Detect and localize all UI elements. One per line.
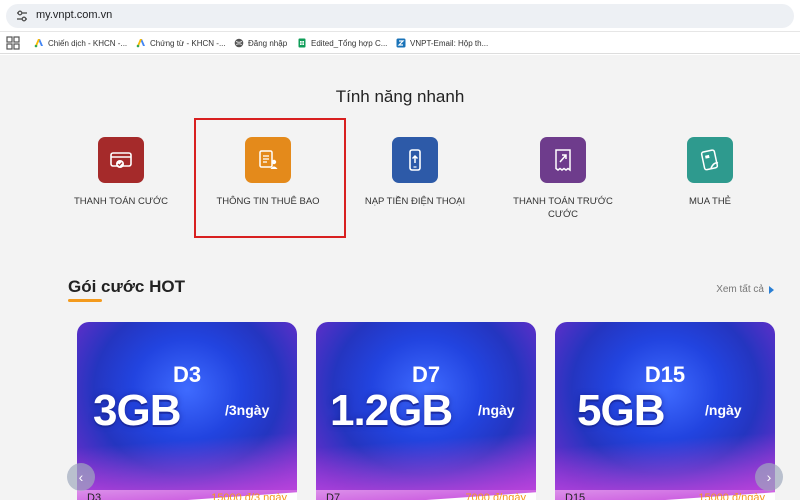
package-data-amount: 5GB xyxy=(577,386,665,435)
url-text[interactable]: my.vnpt.com.vn xyxy=(36,9,112,21)
package-data-amount: 1.2GB xyxy=(330,386,453,435)
package-name: D15 xyxy=(565,492,586,500)
bookmark-label: Chiến dịch - KHCN -... xyxy=(48,38,128,48)
receipt-icon xyxy=(555,149,571,172)
quick-features-title: Tính năng nhanh xyxy=(335,87,465,106)
highlight-box xyxy=(194,118,346,238)
package-card-d15[interactable]: D15 5GB /ngày D15 15000 đ/ngày xyxy=(555,322,775,500)
bookmarks-bar: Chiến dịch - KHCN -... Chứng từ - KHCN -… xyxy=(0,32,800,81)
bookmark-item[interactable]: Đăng nhập xyxy=(234,32,287,54)
globe-icon xyxy=(234,38,244,48)
feature-tile xyxy=(392,137,438,183)
package-name: D3 xyxy=(87,492,102,500)
chevron-right-icon: › xyxy=(766,469,772,485)
see-all-label: Xem tất cả xyxy=(716,284,764,295)
feature-tile xyxy=(687,137,733,183)
feature-label: MUA THẺ xyxy=(688,196,732,207)
google-ads-icon xyxy=(136,39,145,48)
package-period: /3ngày xyxy=(225,402,270,418)
carousel-prev-button[interactable]: ‹ xyxy=(67,463,95,491)
feature-label: THANH TOÁN TRƯỚC CƯỚC xyxy=(513,196,613,220)
buy-card-icon xyxy=(700,149,719,171)
phone-topup-icon xyxy=(409,149,421,171)
package-code: D7 xyxy=(411,362,441,387)
feature-label: NẠP TIỀN ĐIỆN THOẠI xyxy=(364,196,466,207)
package-code: D15 xyxy=(644,362,686,387)
triangle-right-icon xyxy=(769,285,774,294)
google-ads-icon xyxy=(34,39,43,48)
address-bar: my.vnpt.com.vn xyxy=(0,0,800,32)
url-field[interactable] xyxy=(6,4,794,28)
bookmark-item[interactable]: VNPT-Email: Hộp th... xyxy=(396,32,488,54)
carousel-next-button[interactable]: › xyxy=(755,463,783,491)
bookmark-label: Chứng từ - KHCN -... xyxy=(150,38,226,48)
bookmark-item[interactable]: Chứng từ - KHCN -... xyxy=(136,32,226,54)
package-card-d3[interactable]: D3 3GB /3ngày D3 15000 đ/3 ngày xyxy=(77,322,297,500)
package-period: /ngày xyxy=(705,402,742,418)
main-content: Tính năng nhanh THANH TOÁN CƯỚC THÔNG TI… xyxy=(0,55,800,500)
feature-nap-tien-dien-thoai[interactable]: NẠP TIỀN ĐIỆN THOẠI xyxy=(340,137,490,208)
bookmark-label: Edited_Tổng hợp C... xyxy=(311,38,388,48)
title-underline xyxy=(68,299,102,302)
bookmark-label: Đăng nhập xyxy=(248,38,288,48)
package-card-d7[interactable]: D7 1.2GB /ngày D7 7000 đ/ngày xyxy=(316,322,536,500)
package-price: 7000 đ/ngày xyxy=(465,492,526,500)
card-payment-icon xyxy=(110,152,132,168)
see-all-link[interactable]: Xem tất cả xyxy=(716,284,774,295)
apps-grid-icon[interactable] xyxy=(6,36,20,50)
package-period: /ngày xyxy=(478,402,515,418)
package-price: 15000 đ/ngày xyxy=(698,492,765,500)
sheets-icon xyxy=(298,38,306,48)
hot-packages-title: Gói cước HOT xyxy=(68,277,185,296)
feature-thanh-toan-truoc-cuoc[interactable]: THANH TOÁN TRƯỚC CƯỚC xyxy=(488,137,638,221)
package-name: D7 xyxy=(326,492,341,500)
site-settings-icon[interactable] xyxy=(14,8,30,24)
feature-label: THANH TOÁN CƯỚC xyxy=(73,196,169,207)
feature-mua-the[interactable]: MUA THẺ xyxy=(635,137,785,208)
feature-thanh-toan-cuoc[interactable]: THANH TOÁN CƯỚC xyxy=(46,137,196,208)
package-data-amount: 3GB xyxy=(93,386,181,435)
zimbra-icon xyxy=(396,38,406,48)
bookmark-item[interactable]: Chiến dịch - KHCN -... xyxy=(34,32,127,54)
bookmark-label: VNPT-Email: Hộp th... xyxy=(410,38,489,48)
feature-tile xyxy=(540,137,586,183)
package-price: 15000 đ/3 ngày xyxy=(211,492,287,500)
chevron-left-icon: ‹ xyxy=(78,469,84,485)
package-code: D3 xyxy=(172,362,202,387)
bookmark-item[interactable]: Edited_Tổng hợp C... xyxy=(297,32,387,54)
feature-tile xyxy=(98,137,144,183)
